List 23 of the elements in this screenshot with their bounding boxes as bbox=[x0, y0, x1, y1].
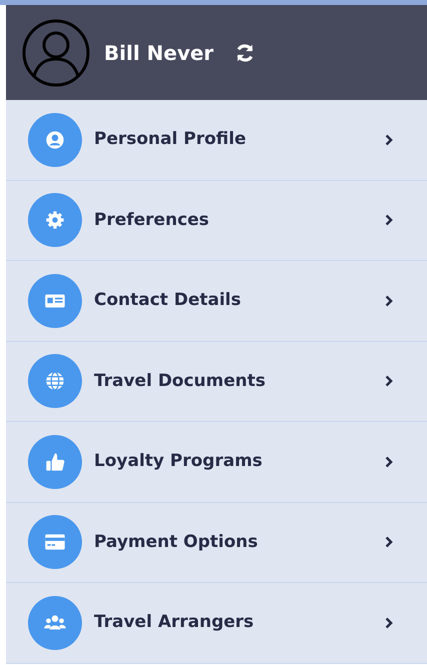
menu-item[interactable]: Preferences bbox=[6, 180, 427, 261]
menu-item[interactable]: Personal Profile bbox=[6, 100, 427, 180]
menu-label: Preferences bbox=[94, 208, 210, 232]
chevron-right-icon bbox=[385, 214, 393, 226]
menu-item[interactable]: Payment Options bbox=[6, 502, 427, 583]
menu-item[interactable]: Travel Arrangers bbox=[6, 583, 427, 664]
menu-label: Contact Details bbox=[94, 289, 241, 312]
chevron-right-icon bbox=[385, 375, 393, 388]
user-name: Bill Never bbox=[104, 40, 214, 66]
menu-label: Payment Options bbox=[94, 530, 258, 554]
avatar-icon bbox=[22, 18, 90, 86]
menu-label: Loyalty Programs bbox=[94, 450, 262, 473]
chevron-right-icon bbox=[385, 456, 393, 468]
chevron-right-icon bbox=[385, 616, 393, 629]
menu-item[interactable]: Travel Documents bbox=[6, 342, 427, 422]
menu-label: Personal Profile bbox=[94, 128, 246, 151]
menu-item[interactable]: Loyalty Programs bbox=[6, 422, 427, 502]
menu-label: Travel Documents bbox=[94, 370, 266, 392]
menu-label: Travel Arrangers bbox=[94, 611, 254, 634]
chevron-right-icon bbox=[385, 294, 393, 307]
chevron-right-icon bbox=[385, 536, 393, 548]
menu-item[interactable]: Contact Details bbox=[6, 261, 427, 342]
chevron-right-icon bbox=[385, 134, 393, 146]
